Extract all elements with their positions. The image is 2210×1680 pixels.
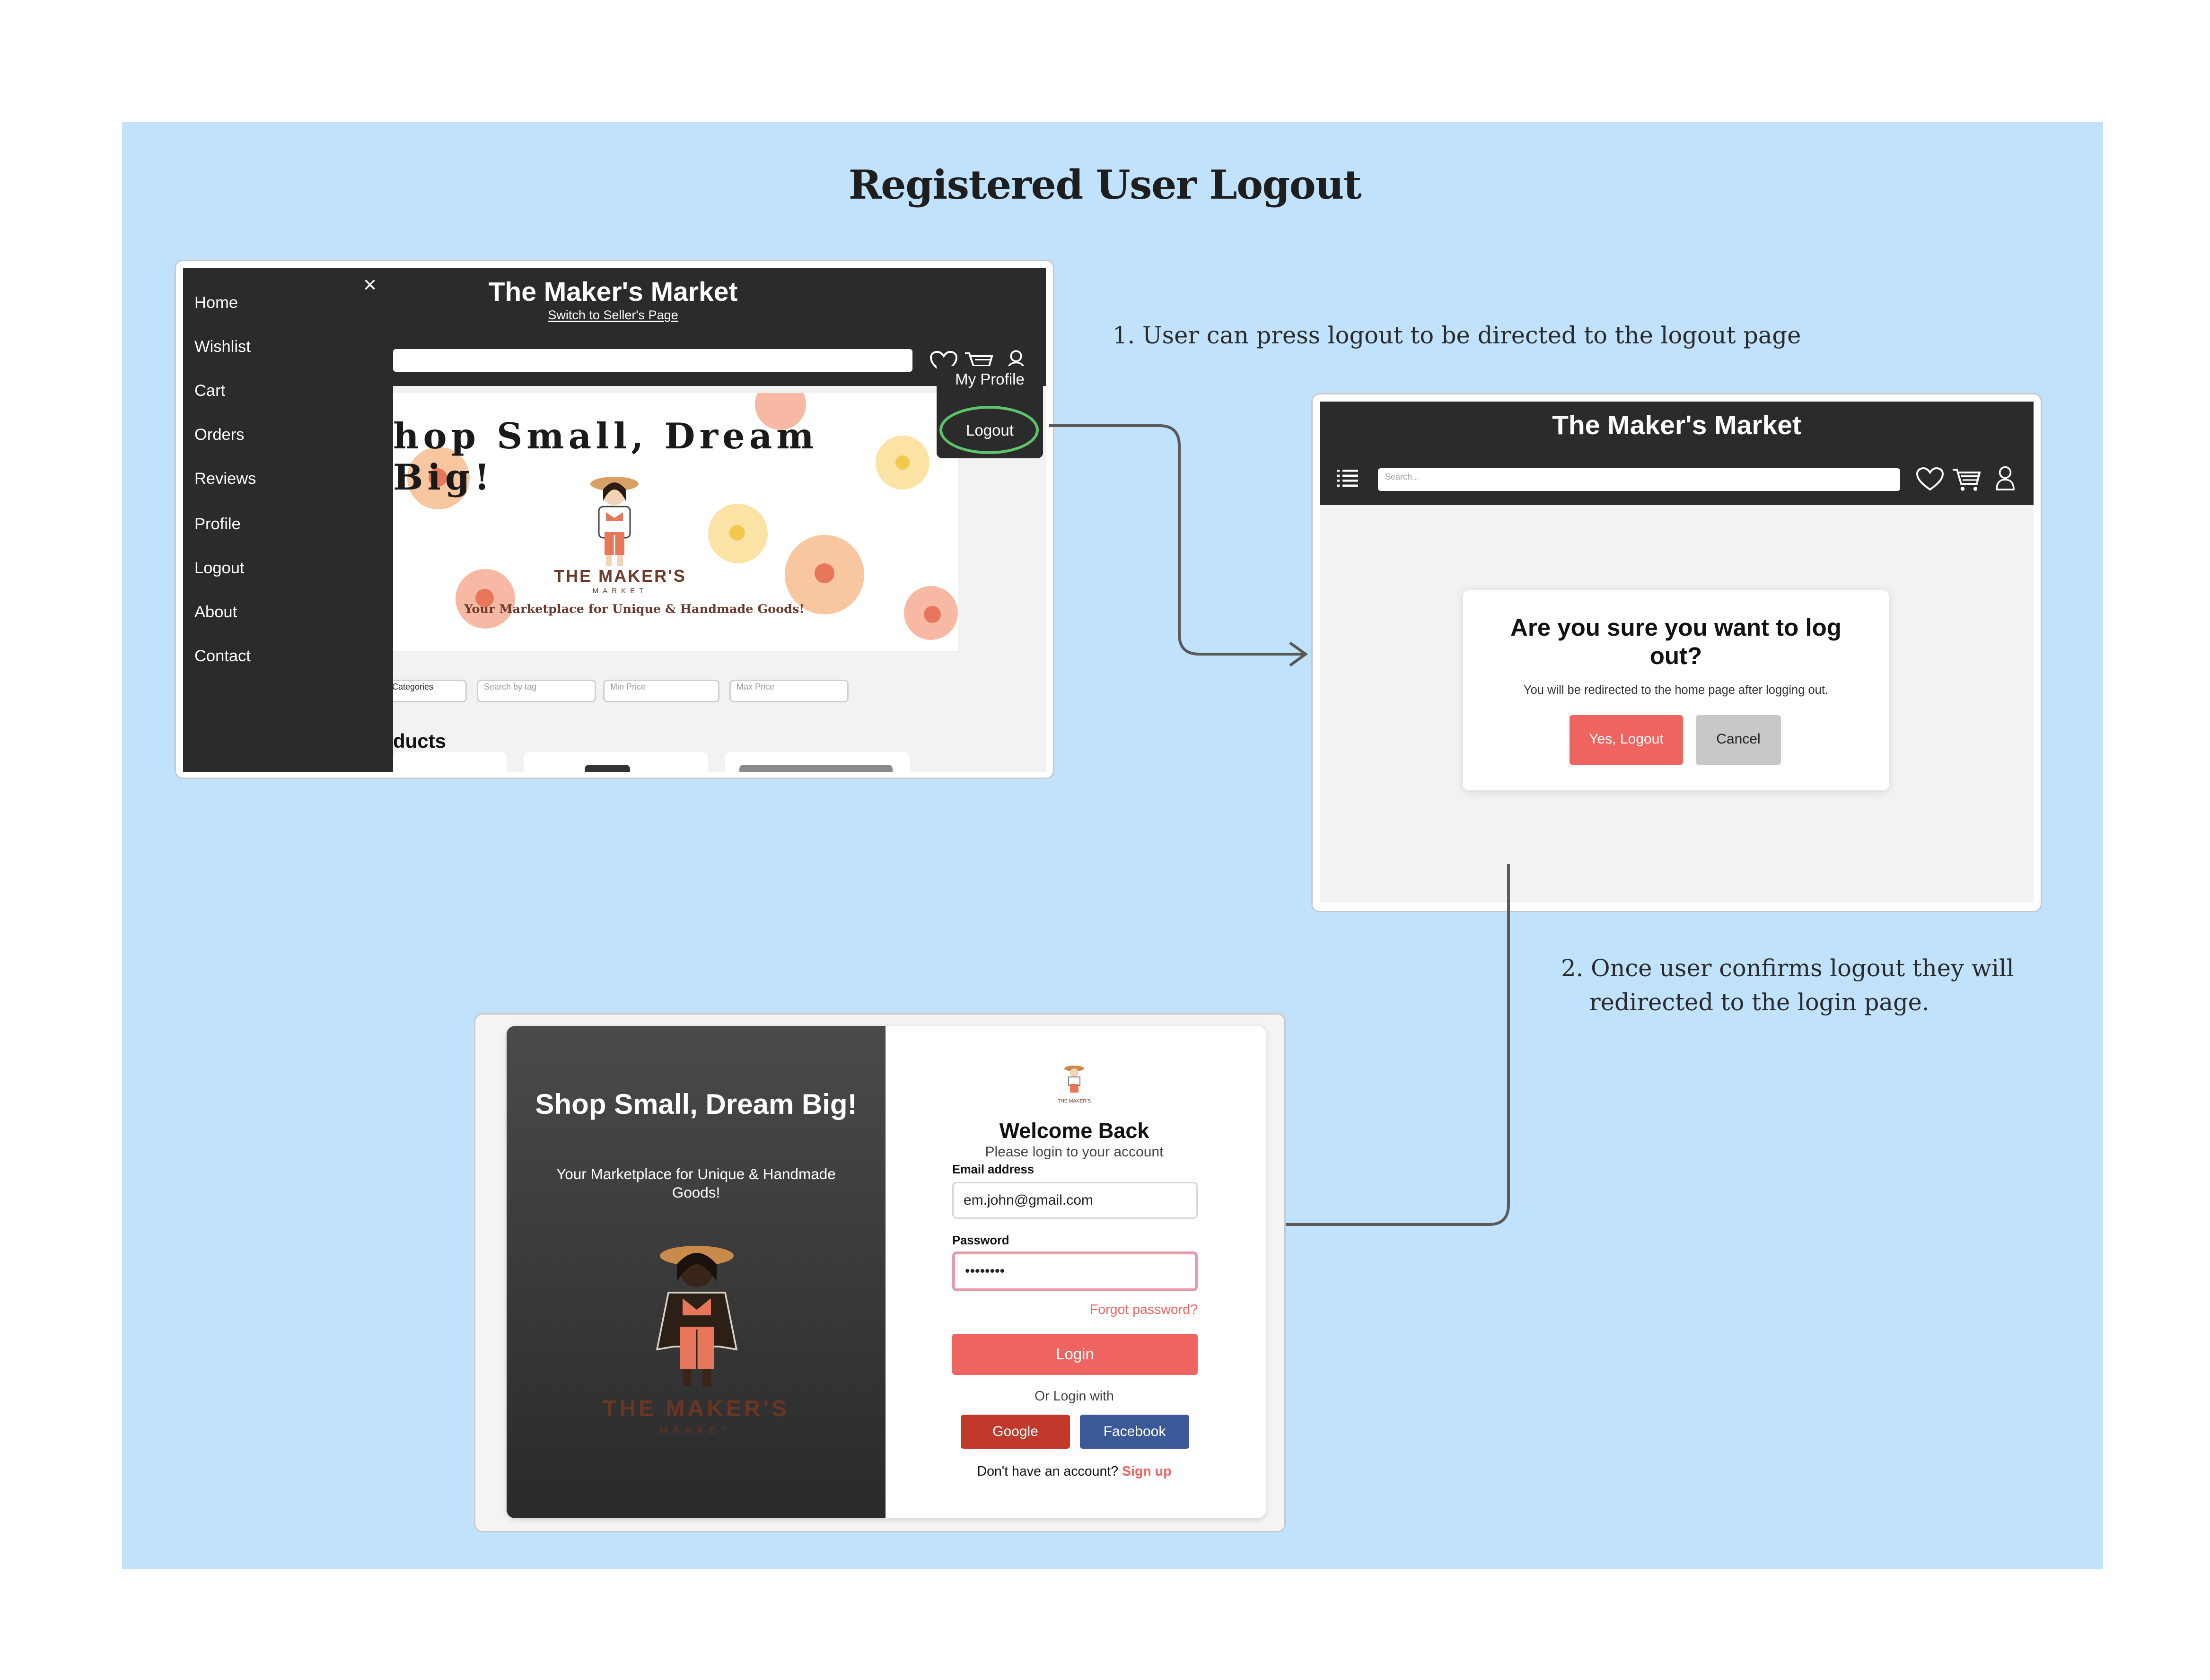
home-page: The Maker's Market Switch to Seller's Pa… [183,268,1046,772]
brand-logo-icon [1064,1066,1084,1093]
flower-center [924,606,941,623]
no-account-text: Don't have an account? [977,1464,1119,1480]
side-menu-item-about[interactable]: About [194,604,237,621]
search-input[interactable] [393,349,912,372]
maker-character-illustration [656,1246,738,1386]
max-price-input[interactable]: Max Price [729,680,849,702]
min-price-input[interactable]: Min Price [603,680,719,702]
product-image [739,765,893,772]
step-1-note: 1. User can press logout to be directed … [1113,322,1801,349]
banner-brand: THE MAKER'S [554,566,686,586]
diagram-title: Registered User Logout [848,162,1362,209]
dialog-text: You will be redirected to the home page … [1523,682,1829,697]
flow-arrow-to-logout-dialog [1049,424,1308,667]
flower-center [815,563,834,583]
login-button[interactable]: Login [952,1334,1198,1375]
products-heading: ducts [393,729,447,752]
email-label: Email address [952,1162,1034,1176]
step-2-note-line-1: 2. Once user confirms logout they will [1561,955,2014,982]
dialog-title: Are you sure you want to log out? [1510,614,1842,670]
dropdown-my-profile[interactable]: My Profile [937,372,1043,389]
close-icon[interactable]: × [363,274,377,299]
tag-search-input[interactable]: Search by tag [477,680,596,702]
search-input[interactable]: Search... [1378,468,1900,491]
side-menu-item-profile[interactable]: Profile [194,516,241,533]
signup-link[interactable]: Sign up [1122,1464,1171,1480]
welcome-heading: Welcome Back [999,1120,1149,1144]
signup-prompt: Don't have an account? Sign up [932,1464,1216,1480]
cancel-logout-button[interactable]: Cancel [1696,715,1781,765]
screen-login: Shop Small, Dream Big! Your Marketplace … [474,1013,1286,1532]
hero-title: Shop Small, Dream Big! [535,1090,857,1121]
side-menu-item-wishlist[interactable]: Wishlist [194,339,251,356]
cart-icon[interactable] [1951,467,1982,492]
login-card: Shop Small, Dream Big! Your Marketplace … [507,1026,1266,1518]
password-field[interactable]: •••••••• [952,1251,1198,1291]
password-label: Password [952,1233,1009,1247]
brand-logo-caption: THE MAKER'S [1057,1098,1091,1104]
side-menu-item-contact[interactable]: Contact [194,648,251,665]
flower-center [895,455,910,470]
email-field[interactable]: em.john@gmail.com [952,1182,1198,1219]
banner-brand-sub: MARKET [592,587,648,596]
list-menu-icon[interactable] [1337,470,1358,487]
switch-seller-link[interactable]: Switch to Seller's Page [393,308,833,322]
step-2-note-line-2: redirected to the login page. [1589,989,1929,1016]
maker-character-illustration [590,477,639,566]
confirm-logout-button[interactable]: Yes, Logout [1570,715,1683,765]
banner-tagline: Your Marketplace for Unique & Handmade G… [464,603,805,617]
or-login-with: Or Login with [1035,1389,1114,1405]
side-menu-item-logout[interactable]: Logout [194,560,245,577]
forgot-password-link[interactable]: Forgot password? [1046,1303,1198,1318]
screen-home-menu: The Maker's Market Switch to Seller's Pa… [175,260,1054,779]
flower-center [729,525,745,541]
logout-highlight-ring [939,406,1039,454]
product-image [585,765,630,772]
side-menu-item-cart[interactable]: Cart [194,384,225,401]
screen-logout-dialog: The Maker's Market Search... Are you sur… [1311,393,2042,912]
side-menu-item-reviews[interactable]: Reviews [194,472,256,489]
heart-icon[interactable] [1916,467,1944,492]
hero-brand-sub: MARKET [659,1426,733,1436]
user-icon[interactable] [1994,465,2017,491]
welcome-subheading: Please login to your account [985,1145,1164,1161]
side-menu-item-home[interactable]: Home [194,295,238,312]
facebook-login-button[interactable]: Facebook [1080,1415,1189,1449]
site-title: The Maker's Market [488,278,738,308]
logout-page: The Maker's Market Search... Are you sur… [1320,402,2034,902]
hero-brand: THE MAKER'S [603,1398,789,1422]
product-card[interactable] [393,752,507,772]
side-menu-item-orders[interactable]: Orders [194,428,244,445]
google-login-button[interactable]: Google [961,1415,1070,1449]
site-title: The Maker's Market [1552,411,1801,441]
hero-banner: hop Small, Dream Big! THE MAKER'S MARKET… [393,393,958,651]
hero-subtitle: Your Marketplace for Unique & Handmade G… [556,1166,836,1202]
